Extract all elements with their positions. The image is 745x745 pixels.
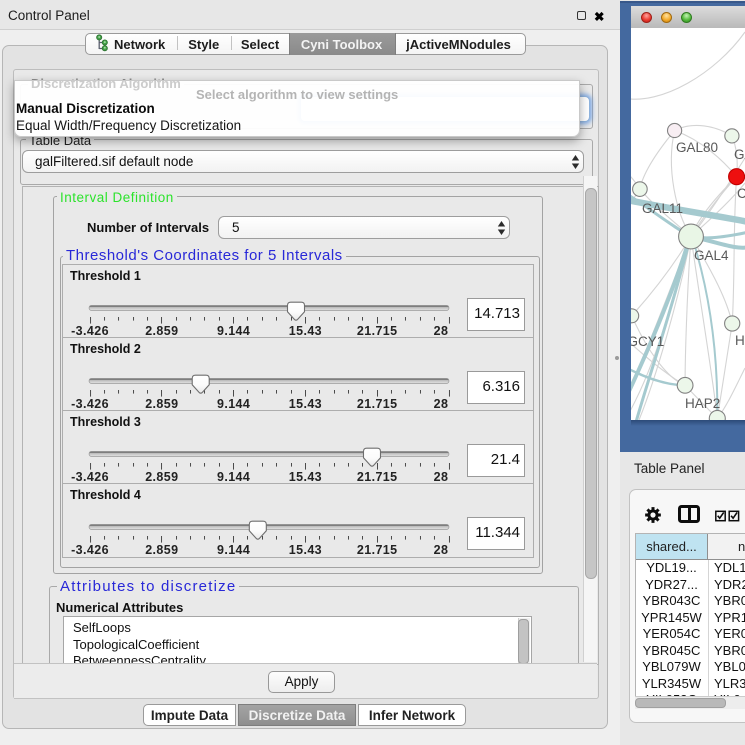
svg-text:21.715: 21.715: [357, 397, 398, 411]
svg-text:GAL80: GAL80: [676, 140, 718, 155]
svg-text:2.859: 2.859: [145, 470, 178, 484]
svg-text:21.715: 21.715: [357, 543, 398, 557]
svg-text:C: C: [737, 186, 745, 201]
svg-text:15.43: 15.43: [289, 397, 322, 411]
svg-text:15.43: 15.43: [289, 543, 322, 557]
svg-text:15.43: 15.43: [289, 324, 322, 338]
svg-text:15.43: 15.43: [289, 470, 322, 484]
svg-text:HAP2: HAP2: [685, 396, 720, 411]
svg-text:2.859: 2.859: [145, 324, 178, 338]
svg-text:GA: GA: [734, 147, 745, 162]
svg-text:GAL11: GAL11: [642, 201, 683, 216]
svg-text:H: H: [735, 333, 745, 348]
svg-text:-3.426: -3.426: [71, 543, 109, 557]
svg-text:-3.426: -3.426: [71, 324, 109, 338]
svg-text:9.144: 9.144: [217, 543, 250, 557]
svg-text:-3.426: -3.426: [71, 397, 109, 411]
svg-text:-3.426: -3.426: [71, 470, 109, 484]
svg-text:9.144: 9.144: [217, 397, 250, 411]
svg-text:2.859: 2.859: [145, 543, 178, 557]
svg-text:2.859: 2.859: [145, 397, 178, 411]
svg-text:28: 28: [434, 543, 449, 557]
svg-text:9.144: 9.144: [217, 324, 250, 338]
svg-text:21.715: 21.715: [357, 470, 398, 484]
svg-text:9.144: 9.144: [217, 470, 250, 484]
svg-text:GAL4: GAL4: [694, 248, 729, 263]
svg-text:GCY1: GCY1: [631, 334, 664, 349]
svg-text:21.715: 21.715: [357, 324, 398, 338]
svg-text:28: 28: [434, 470, 449, 484]
svg-text:28: 28: [434, 397, 449, 411]
svg-text:28: 28: [434, 324, 449, 338]
